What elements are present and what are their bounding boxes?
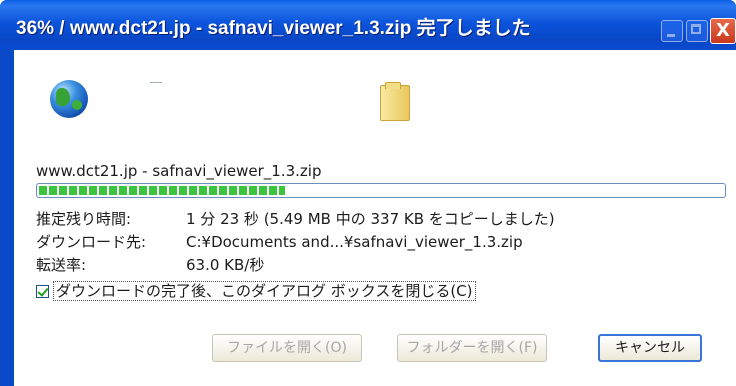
download-filename: www.dct21.jp - safnavi_viewer_1.3.zip xyxy=(36,162,322,180)
globe-icon xyxy=(50,80,88,118)
destination-label: ダウンロード先: xyxy=(36,233,147,251)
time-remaining-label: 推定残り時間: xyxy=(36,210,132,228)
time-remaining-value: 1 分 23 秒 (5.49 MB 中の 337 KB をコピーしました) xyxy=(186,210,555,228)
destination-value: C:¥Documents and...¥safnavi_viewer_1.3.z… xyxy=(186,233,523,251)
transfer-rate-label: 転送率: xyxy=(36,256,87,274)
destination-row: ダウンロード先: C:¥Documents and...¥safnavi_view… xyxy=(36,231,523,252)
title-bar[interactable]: 36% / www.dct21.jp - safnavi_viewer_1.3.… xyxy=(0,0,736,50)
transfer-rate-value: 63.0 KB/秒 xyxy=(186,256,265,274)
paper-transfer-icon: ― xyxy=(150,75,162,89)
progress-bar xyxy=(36,183,726,198)
maximize-button[interactable] xyxy=(686,20,708,42)
cancel-button[interactable]: キャンセル xyxy=(598,334,702,362)
close-on-complete-label[interactable]: ダウンロードの完了後、このダイアログ ボックスを閉じる(C) xyxy=(53,281,476,301)
folder-icon xyxy=(380,82,410,121)
time-remaining-row: 推定残り時間: 1 分 23 秒 (5.49 MB 中の 337 KB をコピーし… xyxy=(36,208,555,229)
close-button[interactable]: X xyxy=(710,18,736,44)
progress-fill xyxy=(39,186,285,195)
window-title: 36% / www.dct21.jp - safnavi_viewer_1.3.… xyxy=(16,18,531,39)
open-file-button[interactable]: ファイルを開く(O) xyxy=(212,334,362,362)
open-folder-button[interactable]: フォルダーを開く(F) xyxy=(397,334,547,362)
rate-row: 転送率: 63.0 KB/秒 xyxy=(36,254,264,275)
close-on-complete-option[interactable]: ダウンロードの完了後、このダイアログ ボックスを閉じる(C) xyxy=(36,280,476,301)
dialog-body: ― www.dct21.jp - safnavi_viewer_1.3.zip … xyxy=(14,50,736,386)
close-on-complete-checkbox[interactable] xyxy=(36,285,49,298)
minimize-button[interactable] xyxy=(661,20,683,42)
download-dialog: 36% / www.dct21.jp - safnavi_viewer_1.3.… xyxy=(0,0,736,386)
